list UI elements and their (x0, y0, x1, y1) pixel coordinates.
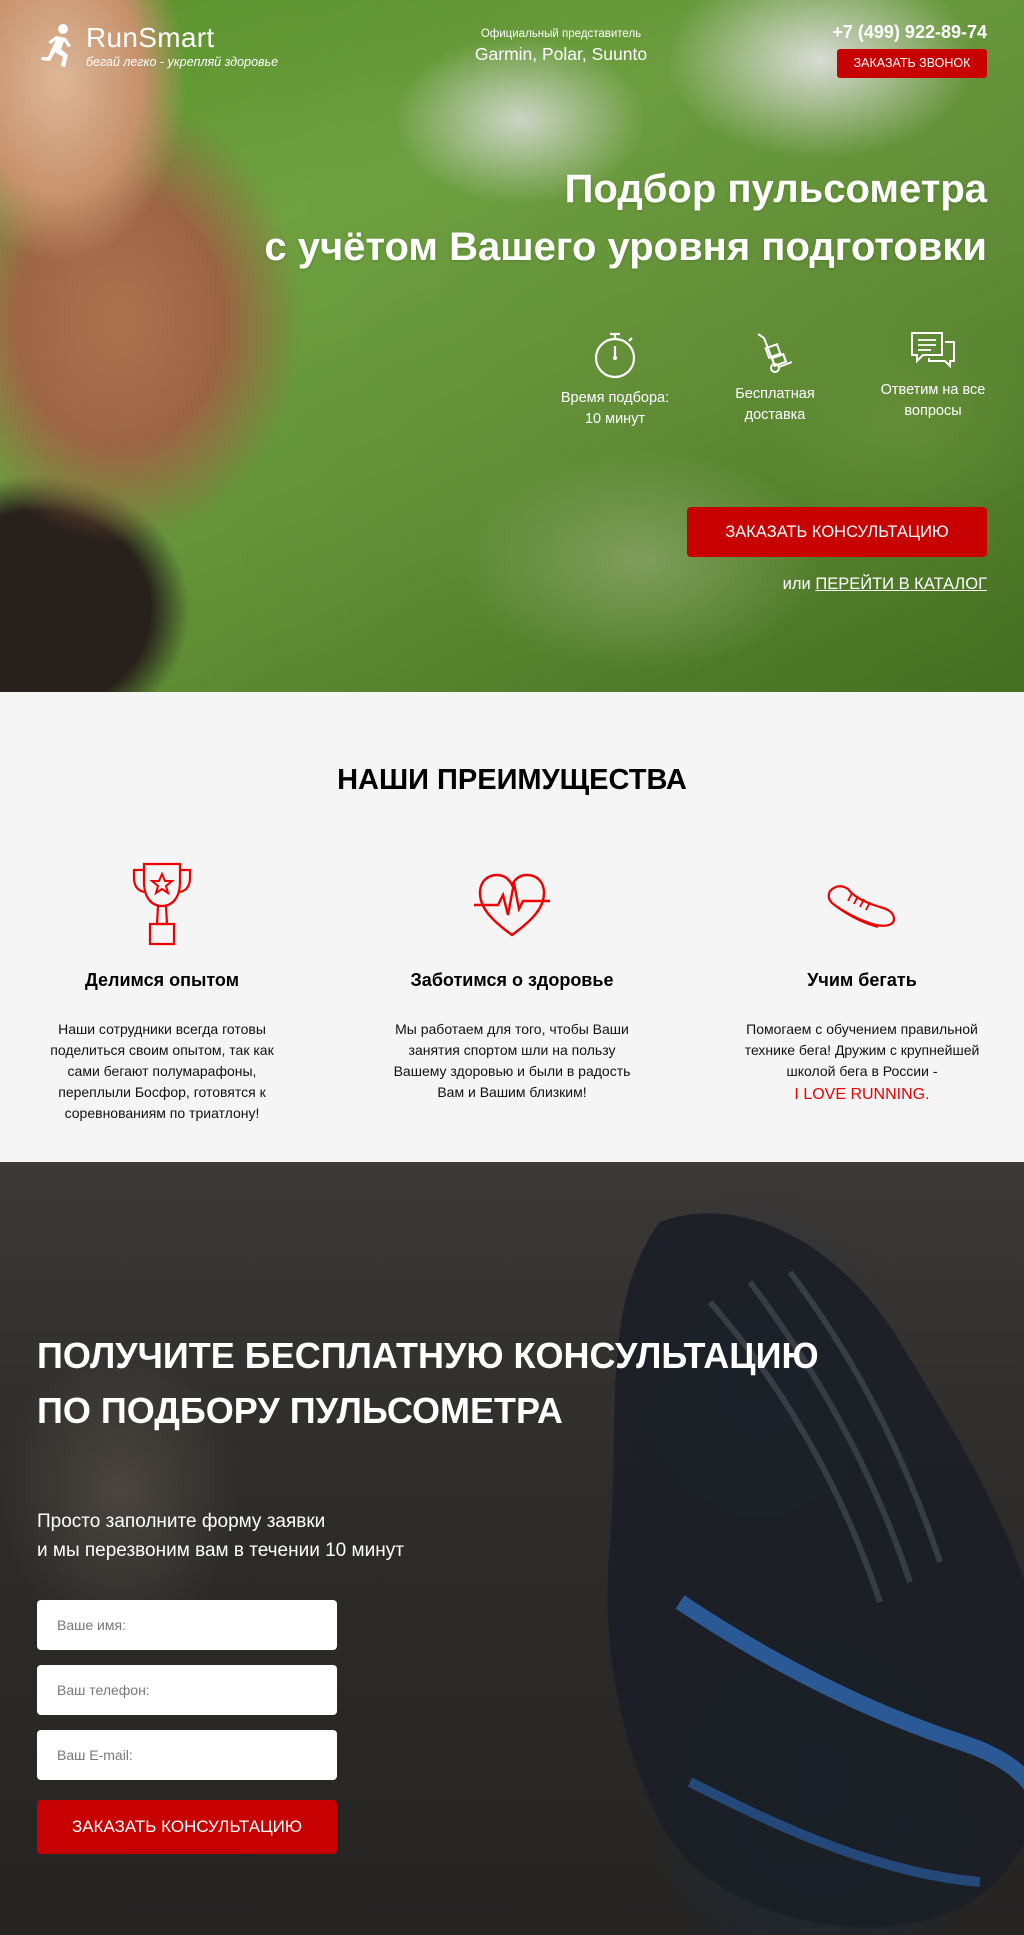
advantage-text-body: Помогаем с обучением правильной технике … (744, 1021, 980, 1079)
advantage-heading: Заботимся о здоровье (410, 970, 614, 990)
official-representative: Официальный представитель Garmin, Polar,… (471, 28, 651, 65)
consult-button[interactable]: ЗАКАЗАТЬ КОНСУЛЬТАЦИЮ (687, 507, 987, 557)
running-shoe-icon (827, 885, 896, 928)
advantage-text: Наши сотрудники всегда готовы поделиться… (50, 1021, 274, 1121)
email-input[interactable] (37, 1730, 337, 1780)
form-title-line2: ПО ПОДБОРУ ПУЛЬСОМЕТРА (37, 1390, 563, 1431)
representative-brands: Garmin, Polar, Suunto (474, 44, 648, 64)
phone-block: +7 (499) 922-89-74 ЗАКАЗАТЬ ЗВОНОК (827, 22, 987, 78)
phone-input[interactable] (37, 1665, 337, 1715)
i-love-running-accent: I LOVE RUNNING. (794, 1086, 930, 1103)
feature-label: Бесплатная (735, 386, 815, 402)
form-title: ПОЛУЧИТЕ БЕСПЛАТНУЮ КОНСУЛЬТАЦИЮ ПО ПОДБ… (37, 1328, 937, 1438)
runner-logo-icon (41, 24, 71, 67)
form-subtitle-line2: и мы перезвоним вам в течении 10 минут (37, 1540, 404, 1561)
form-subtitle-line1: Просто заполните форму заявки (37, 1511, 326, 1532)
form-submit-button[interactable]: ЗАКАЗАТЬ КОНСУЛЬТАЦИЮ (37, 1800, 337, 1854)
stopwatch-icon (594, 332, 636, 379)
advantages-section: НАШИ ПРЕИМУЩЕСТВА Делимся опытом Наши со… (0, 692, 1024, 1162)
hero-title: Подбор пульсометра с учётом Вашего уровн… (264, 160, 987, 276)
feature-free-delivery: Бесплатная доставка (700, 330, 850, 426)
advantages-title: НАШИ ПРЕИМУЩЕСТВА (337, 764, 687, 796)
hand-truck-icon (757, 333, 793, 373)
feature-selection-time: Время подбора: 10 минут (540, 330, 690, 430)
logo[interactable]: RunSmart бегай легко - укрепляй здоровье (38, 22, 278, 70)
advantage-text: Мы работаем для того, чтобы Ваши занятия… (393, 1021, 631, 1100)
advantage-running-school: Учим бегать Помогаем с обучением правиль… (737, 860, 987, 1105)
feature-label: Ответим на все (880, 382, 986, 398)
trophy-icon (132, 862, 192, 946)
feature-answer-questions: Ответим на все вопросы (858, 330, 1008, 422)
logo-name: RunSmart (86, 22, 215, 53)
feature-label: 10 минут (584, 411, 646, 427)
consultation-form-section: ПОЛУЧИТЕ БЕСПЛАТНУЮ КОНСУЛЬТАЦИЮ ПО ПОДБ… (0, 1162, 1024, 1935)
form-subtitle: Просто заполните форму заявки и мы перез… (37, 1507, 637, 1565)
representative-label: Официальный представитель (480, 28, 642, 40)
heart-pulse-icon (474, 873, 550, 937)
name-input[interactable] (37, 1600, 337, 1650)
feature-label: доставка (744, 407, 806, 423)
advantage-health: Заботимся о здоровье Мы работаем для тог… (387, 860, 637, 1103)
or-text: или (782, 575, 811, 593)
callback-button[interactable]: ЗАКАЗАТЬ ЗВОНОК (837, 49, 987, 78)
advantage-experience: Делимся опытом Наши сотрудники всегда го… (37, 860, 287, 1124)
logo-tagline: бегай легко - укрепляй здоровье (86, 55, 279, 69)
hero-section: RunSmart бегай легко - укрепляй здоровье… (0, 0, 1024, 692)
feature-label: Время подбора: (560, 390, 670, 406)
feature-label: вопросы (904, 403, 962, 419)
catalog-line: или ПЕРЕЙТИ В КАТАЛОГ (783, 575, 987, 594)
hero-title-line2: с учётом Вашего уровня подготовки (264, 225, 987, 269)
advantage-text: Помогаем с обучением правильной технике … (737, 1019, 987, 1105)
phone-number[interactable]: +7 (499) 922-89-74 (827, 22, 987, 43)
catalog-link[interactable]: ПЕРЕЙТИ В КАТАЛОГ (815, 575, 987, 593)
form-title-line1: ПОЛУЧИТЕ БЕСПЛАТНУЮ КОНСУЛЬТАЦИЮ (37, 1335, 819, 1376)
hero-title-line1: Подбор пульсометра (564, 167, 987, 211)
advantage-heading: Учим бегать (807, 970, 917, 990)
chat-bubbles-icon (911, 332, 955, 369)
advantage-heading: Делимся опытом (84, 970, 240, 990)
